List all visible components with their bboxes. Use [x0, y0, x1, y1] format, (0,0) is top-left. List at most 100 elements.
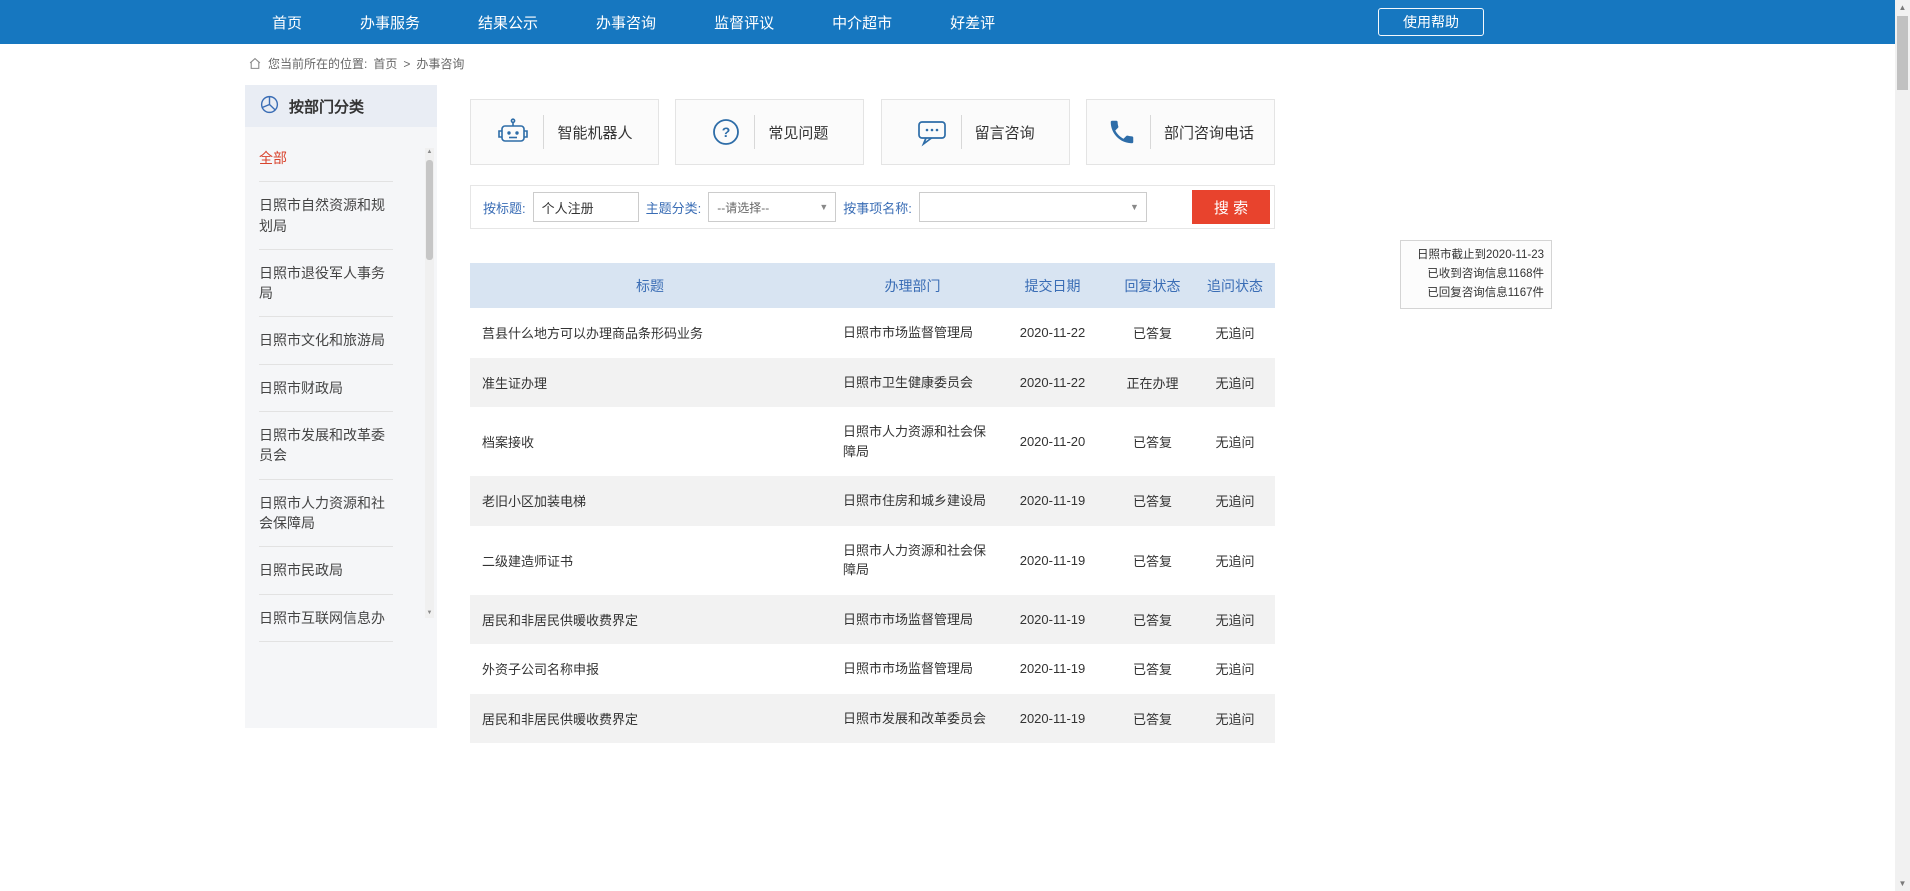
- card-label: 部门咨询电话: [1164, 122, 1254, 143]
- nav-item-home[interactable]: 首页: [272, 12, 302, 33]
- title-filter-label: 按标题:: [483, 198, 526, 217]
- row-follow-status: 无追问: [1195, 595, 1275, 645]
- page-scrollbar-thumb[interactable]: [1897, 16, 1908, 90]
- row-follow-status: 无追问: [1195, 476, 1275, 526]
- nav-item-agency-market[interactable]: 中介超市: [832, 12, 892, 33]
- nav-item-supervision[interactable]: 监督评议: [714, 12, 774, 33]
- table-row[interactable]: 居民和非居民供暖收费界定 日照市市场监督管理局 2020-11-19 已答复 无…: [470, 595, 1275, 645]
- header-follow-status: 追问状态: [1195, 263, 1275, 308]
- scroll-down-icon[interactable]: ▼: [1895, 876, 1910, 891]
- category-select-value: --请选择--: [717, 199, 769, 216]
- row-date: 2020-11-20: [995, 407, 1110, 476]
- sidebar-scrollbar[interactable]: ▲ ▼: [425, 148, 434, 618]
- breadcrumb-current: 办事咨询: [416, 55, 464, 72]
- sidebar-item-finance[interactable]: 日照市财政局: [259, 365, 393, 412]
- header-submit-date: 提交日期: [995, 263, 1110, 308]
- sidebar-item-human-resources[interactable]: 日照市人力资源和社会保障局: [259, 480, 393, 548]
- sidebar-item-veterans-affairs[interactable]: 日照市退役军人事务局: [259, 250, 393, 318]
- table-row[interactable]: 莒县什么地方可以办理商品条形码业务 日照市市场监督管理局 2020-11-22 …: [470, 308, 1275, 358]
- header-title: 标题: [470, 263, 830, 308]
- breadcrumb: 您当前所在的位置: 首页 > 办事咨询: [248, 55, 464, 72]
- sidebar-scrollbar-thumb[interactable]: [426, 160, 433, 260]
- sidebar-item-development-reform[interactable]: 日照市发展和改革委员会: [259, 412, 393, 480]
- card-label: 智能机器人: [557, 122, 632, 143]
- row-follow-status: 无追问: [1195, 526, 1275, 595]
- stats-line-date: 日照市截止到2020-11-23: [1408, 246, 1544, 265]
- card-faq[interactable]: ? 常见问题: [675, 99, 864, 165]
- row-department: 日照市市场监督管理局: [830, 595, 995, 645]
- stats-line-replied: 已回复咨询信息1167件: [1408, 284, 1544, 303]
- card-divider: [961, 115, 962, 149]
- breadcrumb-home-link[interactable]: 首页: [373, 55, 397, 72]
- row-title[interactable]: 居民和非居民供暖收费界定: [470, 694, 830, 744]
- row-department: 日照市人力资源和社会保障局: [830, 526, 995, 595]
- row-reply-status: 已答复: [1110, 694, 1195, 744]
- sidebar-item-internet-info[interactable]: 日照市互联网信息办: [259, 595, 393, 642]
- table-header-row: 标题 办理部门 提交日期 回复状态 追问状态: [470, 263, 1275, 308]
- table-row[interactable]: 二级建造师证书 日照市人力资源和社会保障局 2020-11-19 已答复 无追问: [470, 526, 1275, 595]
- nav-items: 首页 办事服务 结果公示 办事咨询 监督评议 中介超市 好差评: [272, 12, 995, 33]
- item-name-select[interactable]: ▼: [919, 192, 1147, 222]
- scroll-up-icon[interactable]: ▲: [425, 148, 434, 157]
- card-divider: [1150, 115, 1151, 149]
- row-department: 日照市卫生健康委员会: [830, 358, 995, 408]
- nav-item-services[interactable]: 办事服务: [360, 12, 420, 33]
- card-label: 常见问题: [768, 122, 828, 143]
- search-bar: 按标题: 主题分类: --请选择-- ▼ 按事项名称: ▼ 搜 索: [470, 185, 1275, 229]
- row-department: 日照市人力资源和社会保障局: [830, 407, 995, 476]
- row-reply-status: 已答复: [1110, 644, 1195, 694]
- card-leave-message[interactable]: 留言咨询: [881, 99, 1070, 165]
- page-scrollbar[interactable]: ▲ ▼: [1895, 0, 1910, 891]
- row-title[interactable]: 居民和非居民供暖收费界定: [470, 595, 830, 645]
- department-sidebar: 按部门分类 全部 日照市自然资源和规划局 日照市退役军人事务局 日照市文化和旅游…: [245, 85, 437, 728]
- row-reply-status: 已答复: [1110, 308, 1195, 358]
- sidebar-item-all[interactable]: 全部: [259, 135, 393, 182]
- row-department: 日照市发展和改革委员会: [830, 694, 995, 744]
- breadcrumb-separator: >: [403, 57, 410, 71]
- stats-box: 日照市截止到2020-11-23 已收到咨询信息1168件 已回复咨询信息116…: [1400, 240, 1552, 309]
- row-title[interactable]: 档案接收: [470, 407, 830, 476]
- row-follow-status: 无追问: [1195, 308, 1275, 358]
- nav-item-consultation[interactable]: 办事咨询: [596, 12, 656, 33]
- row-follow-status: 无追问: [1195, 644, 1275, 694]
- row-reply-status: 已答复: [1110, 476, 1195, 526]
- row-reply-status: 正在办理: [1110, 358, 1195, 408]
- row-date: 2020-11-19: [995, 595, 1110, 645]
- card-phone-directory[interactable]: 部门咨询电话: [1086, 99, 1275, 165]
- row-date: 2020-11-19: [995, 694, 1110, 744]
- table-row[interactable]: 档案接收 日照市人力资源和社会保障局 2020-11-20 已答复 无追问: [470, 407, 1275, 476]
- nav-item-rating[interactable]: 好差评: [950, 12, 995, 33]
- row-title[interactable]: 莒县什么地方可以办理商品条形码业务: [470, 308, 830, 358]
- card-smart-robot[interactable]: 智能机器人: [470, 99, 659, 165]
- table-row[interactable]: 居民和非居民供暖收费界定 日照市发展和改革委员会 2020-11-19 已答复 …: [470, 694, 1275, 744]
- row-title[interactable]: 外资子公司名称申报: [470, 644, 830, 694]
- header-department: 办理部门: [830, 263, 995, 308]
- row-department: 日照市市场监督管理局: [830, 308, 995, 358]
- sidebar-item-culture-tourism[interactable]: 日照市文化和旅游局: [259, 317, 393, 364]
- chevron-down-icon: ▼: [819, 202, 828, 212]
- table-row[interactable]: 老旧小区加装电梯 日照市住房和城乡建设局 2020-11-19 已答复 无追问: [470, 476, 1275, 526]
- search-button[interactable]: 搜 索: [1192, 190, 1270, 224]
- main-content: 智能机器人 ? 常见问题 留: [470, 99, 1275, 743]
- sidebar-item-civil-affairs[interactable]: 日照市民政局: [259, 547, 393, 594]
- card-label: 留言咨询: [975, 122, 1035, 143]
- svg-text:?: ?: [722, 124, 731, 140]
- scroll-down-icon[interactable]: ▼: [425, 609, 434, 618]
- row-title[interactable]: 老旧小区加装电梯: [470, 476, 830, 526]
- category-select[interactable]: --请选择-- ▼: [708, 192, 836, 222]
- row-department: 日照市市场监督管理局: [830, 644, 995, 694]
- robot-icon: [496, 117, 530, 147]
- row-department: 日照市住房和城乡建设局: [830, 476, 995, 526]
- help-button[interactable]: 使用帮助: [1378, 8, 1484, 36]
- row-title[interactable]: 准生证办理: [470, 358, 830, 408]
- sidebar-item-natural-resources[interactable]: 日照市自然资源和规划局: [259, 182, 393, 250]
- nav-item-results[interactable]: 结果公示: [478, 12, 538, 33]
- table-row[interactable]: 准生证办理 日照市卫生健康委员会 2020-11-22 正在办理 无追问: [470, 358, 1275, 408]
- title-search-input[interactable]: [533, 192, 639, 222]
- table-row[interactable]: 外资子公司名称申报 日照市市场监督管理局 2020-11-19 已答复 无追问: [470, 644, 1275, 694]
- scroll-up-icon[interactable]: ▲: [1895, 0, 1910, 15]
- row-title[interactable]: 二级建造师证书: [470, 526, 830, 595]
- row-reply-status: 已答复: [1110, 407, 1195, 476]
- message-icon: [916, 118, 948, 147]
- row-date: 2020-11-19: [995, 644, 1110, 694]
